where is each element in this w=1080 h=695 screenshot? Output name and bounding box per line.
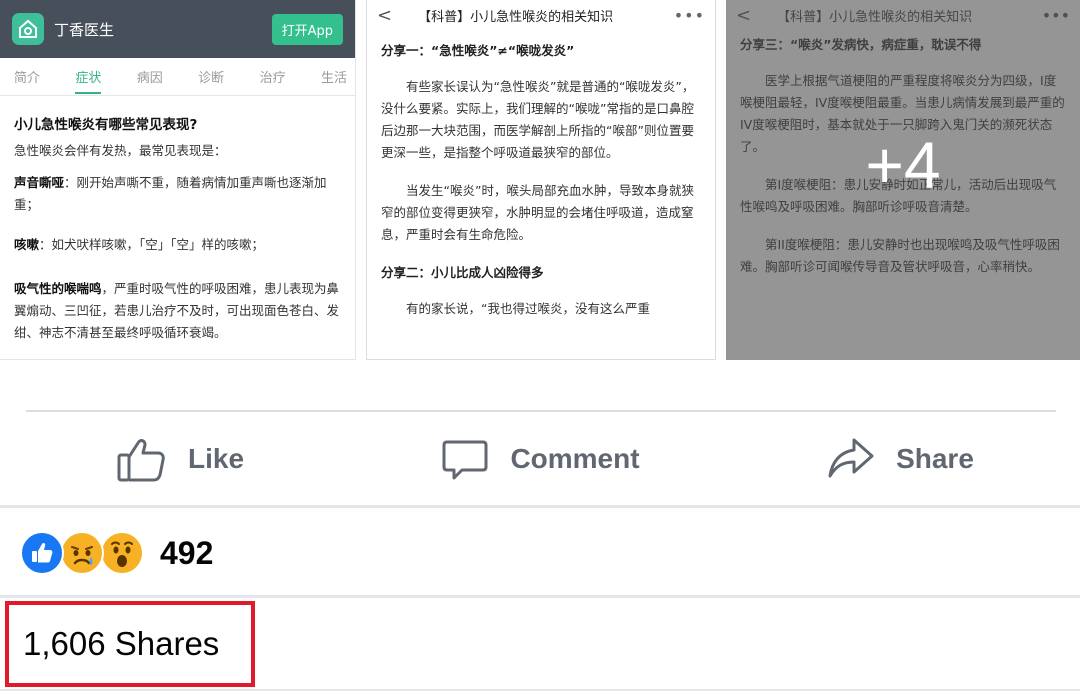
paragraph: 当发生“喉炎”时，喉头局部充血水肿，导致本身就狭窄的部位变得更狭窄，水肿明显的会…	[381, 183, 694, 242]
sad-icon	[60, 531, 104, 575]
like-icon	[20, 531, 64, 575]
share-label: Share	[896, 443, 974, 474]
photo-thumbnail-2[interactable]: < 【科普】小儿急性喉炎的相关知识 ••• 分享一：“急性喉炎”≠“喉咙发炎” …	[366, 0, 716, 360]
paragraph: 有的家长说，“我也得过喉炎，没有这么严重	[406, 301, 650, 316]
thumbs-up-icon	[116, 433, 168, 485]
article-topbar: < 【科普】小儿急性喉炎的相关知识 •••	[367, 0, 715, 30]
tab-life[interactable]: 生活	[321, 67, 347, 86]
like-button[interactable]: Like	[0, 414, 360, 504]
symptom-item: 声音嘶哑：刚开始声嘶不重，随着病情加重声嘶也逐渐加重；	[14, 172, 341, 216]
share-button[interactable]: Share	[720, 414, 1080, 504]
symptom-term: 声音嘶哑	[14, 175, 65, 190]
article-intro: 急性喉炎会伴有发热，最常见表现是：	[14, 143, 227, 158]
comment-button[interactable]: Comment	[360, 414, 720, 504]
symptom-term: 吸气性的喉喘鸣	[14, 281, 102, 296]
app-name: 丁香医生	[54, 20, 115, 39]
tab-treatment[interactable]: 治疗	[260, 67, 286, 86]
comment-bubble-icon	[440, 434, 490, 484]
more-icon: •••	[673, 5, 705, 25]
photo-thumbnail-1[interactable]: 丁香医生 打开App 简介 症状 病因 诊断 治疗 生活 小儿急性喉炎有哪些常见…	[0, 0, 356, 360]
divider	[0, 689, 1080, 691]
tab-symptoms[interactable]: 症状	[75, 67, 102, 94]
comment-label: Comment	[510, 443, 640, 474]
back-arrow-icon: <	[377, 4, 393, 26]
photo-thumbnail-3[interactable]: < 【科普】小儿急性喉炎的相关知识 ••• 分享三：“喉炎”发病快，病症重，耽误…	[726, 0, 1080, 360]
divider	[0, 505, 1080, 508]
reaction-count: 492	[160, 534, 214, 571]
section-heading: 分享二：小儿比成人凶险得多	[381, 265, 544, 280]
post-photo-grid: 丁香医生 打开App 简介 症状 病因 诊断 治疗 生活 小儿急性喉炎有哪些常见…	[0, 0, 1080, 360]
dxy-logo-icon	[12, 13, 44, 45]
like-label: Like	[187, 443, 245, 474]
tab-diagnosis[interactable]: 诊断	[198, 67, 224, 86]
tab-intro[interactable]: 简介	[14, 67, 40, 86]
more-photos-count: +4	[865, 128, 941, 202]
paragraph: 有些家长误认为“急性喉炎”就是普通的“喉咙发炎”，没什么要紧。实际上，我们理解的…	[381, 79, 695, 160]
article-body: 分享一：“急性喉炎”≠“喉咙发炎” 有些家长误认为“急性喉炎”就是普通的“喉咙发…	[367, 30, 715, 342]
post-action-bar: Like Comment Share	[0, 414, 1080, 504]
wow-icon	[100, 531, 144, 575]
divider	[0, 595, 1080, 598]
app-header: 丁香医生 打开App	[0, 0, 355, 58]
symptom-text: ：如犬吠样咳嗽，「空」「空」样的咳嗽；	[39, 237, 265, 252]
reactions-summary[interactable]: 492	[20, 525, 213, 581]
open-app-button[interactable]: 打开App	[271, 13, 343, 45]
tab-causes[interactable]: 病因	[137, 67, 163, 86]
topic-tabs: 简介 症状 病因 诊断 治疗 生活	[0, 58, 355, 96]
article-title: 【科普】小儿急性喉炎的相关知识	[418, 9, 614, 25]
symptom-term: 咳嗽	[14, 237, 40, 252]
more-photos-overlay[interactable]: +4	[726, 0, 1080, 360]
symptom-item: 吸气性的喉喘鸣，严重时吸气性的呼吸困难，患儿表现为鼻翼煽动、三凹征，若患儿治疗不…	[14, 278, 341, 344]
divider	[26, 410, 1056, 412]
share-arrow-icon	[826, 434, 876, 484]
section-heading: 分享一：“急性喉炎”≠“喉咙发炎”	[381, 43, 575, 58]
article-body: 小儿急性喉炎有哪些常见表现? 急性喉炎会伴有发热，最常见表现是： 声音嘶哑：刚开…	[0, 96, 355, 359]
article-heading: 小儿急性喉炎有哪些常见表现?	[14, 117, 198, 133]
symptom-item: 咳嗽：如犬吠样咳嗽，「空」「空」样的咳嗽；	[14, 234, 341, 256]
shares-count[interactable]: 1,606 Shares	[23, 625, 219, 663]
shares-highlight-box: 1,606 Shares	[5, 601, 255, 687]
